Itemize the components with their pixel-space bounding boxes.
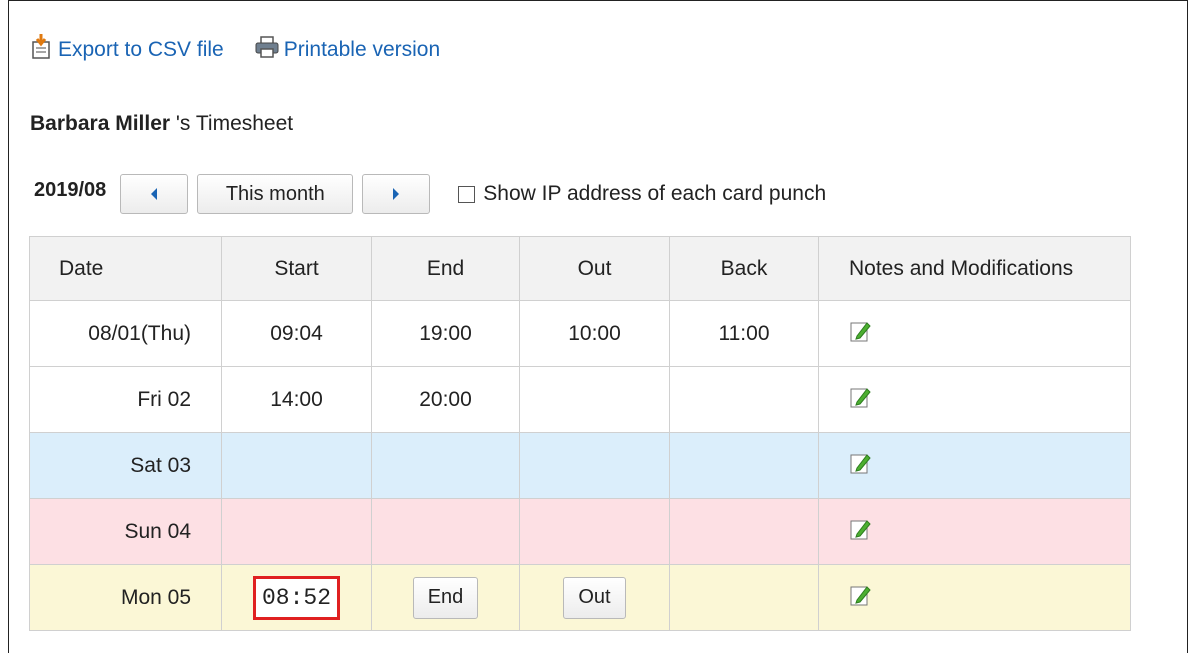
edit-note-icon[interactable] bbox=[849, 453, 873, 480]
row-end bbox=[371, 498, 520, 565]
header-out: Out bbox=[519, 236, 670, 301]
timesheet-table: Date Start End Out Back Notes and Modifi… bbox=[29, 236, 1131, 631]
current-month: 2019/08 bbox=[34, 178, 107, 201]
out-punch-button[interactable]: Out bbox=[563, 576, 626, 619]
row-back bbox=[669, 366, 819, 433]
row-notes bbox=[818, 498, 1131, 565]
this-month-button[interactable]: This month bbox=[197, 174, 354, 214]
table-row: Sat 03 bbox=[29, 432, 1131, 499]
user-name: Barbara Miller bbox=[30, 112, 171, 135]
row-start bbox=[221, 432, 372, 499]
row-end: 20:00 bbox=[371, 366, 520, 433]
table-row: Fri 02 14:00 20:00 bbox=[29, 366, 1131, 433]
row-date: Fri 02 bbox=[29, 366, 222, 433]
row-notes bbox=[818, 300, 1131, 367]
table-row: 08/01(Thu) 09:04 19:00 10:00 11:00 bbox=[29, 300, 1131, 367]
row-end: End bbox=[371, 564, 520, 631]
row-back bbox=[669, 498, 819, 565]
table-row: Mon 05 08:52 End Out bbox=[29, 564, 1131, 631]
edit-note-icon[interactable] bbox=[849, 519, 873, 546]
page-title: Barbara Miller 's Timesheet bbox=[30, 112, 293, 136]
export-csv-label: Export to CSV file bbox=[58, 38, 224, 61]
start-time-highlight: 08:52 bbox=[252, 575, 340, 620]
show-ip-checkbox[interactable]: Show IP address of each card punch bbox=[458, 182, 826, 206]
row-end bbox=[371, 432, 520, 499]
row-out: 10:00 bbox=[519, 300, 670, 367]
triangle-left-icon bbox=[151, 188, 158, 200]
printable-version-link[interactable]: Printable version bbox=[254, 35, 440, 65]
row-start bbox=[221, 498, 372, 565]
triangle-right-icon bbox=[393, 188, 400, 200]
row-start: 14:00 bbox=[221, 366, 372, 433]
export-icon bbox=[30, 34, 54, 66]
header-end: End bbox=[371, 236, 520, 301]
toolbar: Export to CSV file Printable version bbox=[30, 34, 440, 66]
header-date: Date bbox=[29, 236, 222, 301]
row-date: 08/01(Thu) bbox=[29, 300, 222, 367]
row-notes bbox=[818, 564, 1131, 631]
row-back: 11:00 bbox=[669, 300, 819, 367]
previous-month-button[interactable] bbox=[120, 174, 189, 214]
export-csv-link[interactable]: Export to CSV file bbox=[30, 34, 224, 66]
next-month-button[interactable] bbox=[362, 174, 431, 214]
checkbox-box[interactable] bbox=[458, 185, 476, 203]
row-date: Sat 03 bbox=[29, 432, 222, 499]
end-punch-button[interactable]: End bbox=[412, 576, 479, 619]
row-notes bbox=[818, 366, 1131, 433]
row-out: Out bbox=[519, 564, 670, 631]
row-date: Sun 04 bbox=[29, 498, 222, 565]
row-back bbox=[669, 432, 819, 499]
row-out bbox=[519, 498, 670, 565]
header-back: Back bbox=[669, 236, 819, 301]
row-notes bbox=[818, 432, 1131, 499]
printer-icon bbox=[254, 35, 280, 65]
table-header-row: Date Start End Out Back Notes and Modifi… bbox=[29, 236, 1131, 301]
header-start: Start bbox=[221, 236, 372, 301]
month-navigation: 2019/08 This month Show IP address of ea… bbox=[34, 172, 826, 216]
row-start: 09:04 bbox=[221, 300, 372, 367]
edit-note-icon[interactable] bbox=[849, 387, 873, 414]
show-ip-label: Show IP address of each card punch bbox=[483, 182, 827, 205]
header-notes: Notes and Modifications bbox=[818, 236, 1131, 301]
edit-note-icon[interactable] bbox=[849, 321, 873, 348]
row-back bbox=[669, 564, 819, 631]
edit-note-icon[interactable] bbox=[849, 585, 873, 612]
row-out bbox=[519, 366, 670, 433]
printable-version-label: Printable version bbox=[283, 38, 441, 61]
table-row: Sun 04 bbox=[29, 498, 1131, 565]
row-date: Mon 05 bbox=[29, 564, 222, 631]
title-suffix: 's Timesheet bbox=[170, 112, 294, 135]
row-out bbox=[519, 432, 670, 499]
row-end: 19:00 bbox=[371, 300, 520, 367]
row-start: 08:52 bbox=[221, 564, 372, 631]
